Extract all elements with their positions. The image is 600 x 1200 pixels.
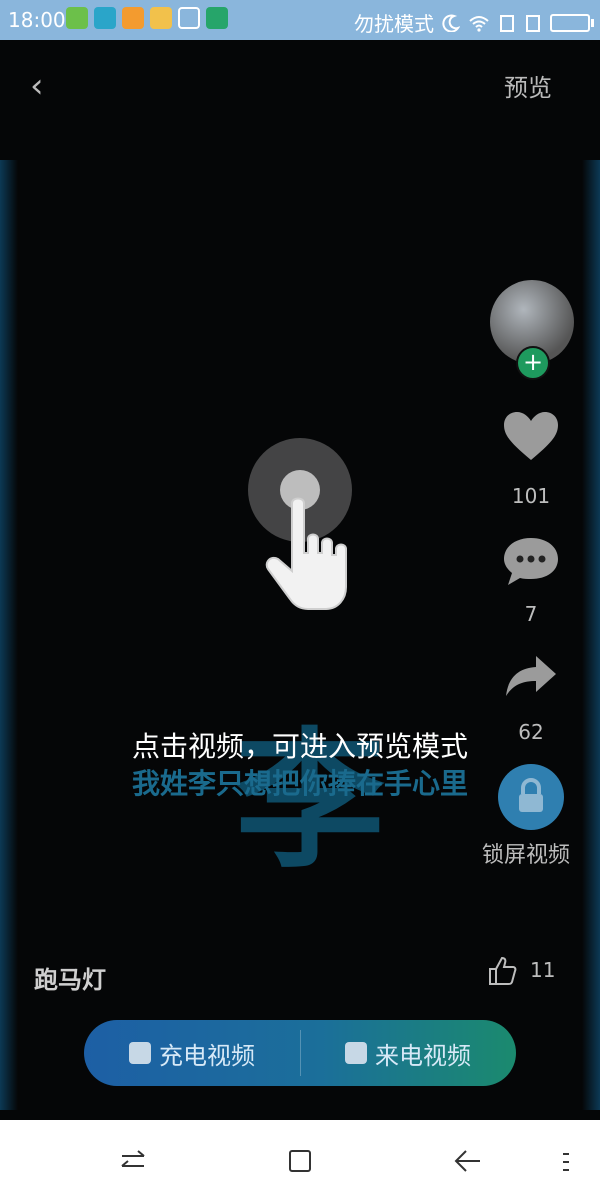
- dnd-mode-label: 勿扰模式: [354, 12, 434, 36]
- lyric-text: 我姓李只想把你捧在手心里: [131, 767, 468, 800]
- pointing-hand-icon: [265, 497, 347, 610]
- tap-hint-text: 点击视频，可进入预览模式: [131, 730, 468, 763]
- status-right: 勿扰模式: [354, 8, 594, 37]
- phone-card-icon: [345, 1042, 367, 1064]
- brush-icon: [178, 7, 200, 29]
- music-title[interactable]: 跑马灯: [34, 960, 106, 995]
- like-count: 101: [511, 484, 551, 508]
- incoming-video-label: 来电视频: [375, 1041, 471, 1070]
- sim2-icon: [526, 14, 540, 32]
- app-icon: [94, 7, 116, 29]
- battery-icon: [550, 13, 594, 32]
- notification-icons: [66, 7, 228, 29]
- follow-plus-icon[interactable]: +: [516, 346, 550, 380]
- edge-glow-right: [582, 160, 600, 1110]
- switch-apps-icon[interactable]: [118, 1148, 148, 1174]
- wifi-icon: [469, 15, 489, 32]
- warning-icon: [122, 7, 144, 29]
- system-nav-bar: [0, 1120, 600, 1200]
- thumbs-up-icon[interactable]: [486, 955, 518, 987]
- video-area[interactable]: ‹ 预览 + 101 7 62 锁屏视频 李 我姓李只想把你捧在手心里 点击视频…: [0, 40, 600, 1120]
- video-type-switch: 充电视频 来电视频: [84, 1020, 516, 1086]
- charge-video-button[interactable]: 充电视频: [84, 1020, 300, 1086]
- sim-icon: [500, 14, 514, 32]
- shield-bolt-icon: [129, 1042, 151, 1064]
- menu-dots-icon[interactable]: [560, 1150, 572, 1174]
- charge-video-label: 充电视频: [159, 1041, 255, 1070]
- music-like-count: 11: [530, 958, 556, 982]
- share-icon[interactable]: [504, 652, 558, 700]
- heart-icon[interactable]: [502, 410, 560, 462]
- lock-video-label: 锁屏视频: [482, 843, 571, 868]
- status-bar: 18:00 勿扰模式: [0, 0, 600, 40]
- comment-icon[interactable]: [502, 535, 560, 587]
- comment-count: 7: [524, 602, 538, 626]
- folder-icon: [150, 7, 172, 29]
- back-arrow-icon[interactable]: [452, 1147, 482, 1175]
- pill-divider: [300, 1030, 301, 1076]
- incoming-video-button[interactable]: 来电视频: [300, 1020, 516, 1086]
- home-square-icon[interactable]: [286, 1147, 314, 1175]
- preview-button[interactable]: 预览: [504, 68, 552, 103]
- usb-icon: [206, 7, 228, 29]
- status-time: 18:00: [8, 8, 66, 32]
- shopping-icon: [66, 7, 88, 29]
- back-button[interactable]: ‹: [30, 66, 44, 106]
- edge-glow-left: [0, 160, 18, 1110]
- moon-icon: [442, 14, 460, 32]
